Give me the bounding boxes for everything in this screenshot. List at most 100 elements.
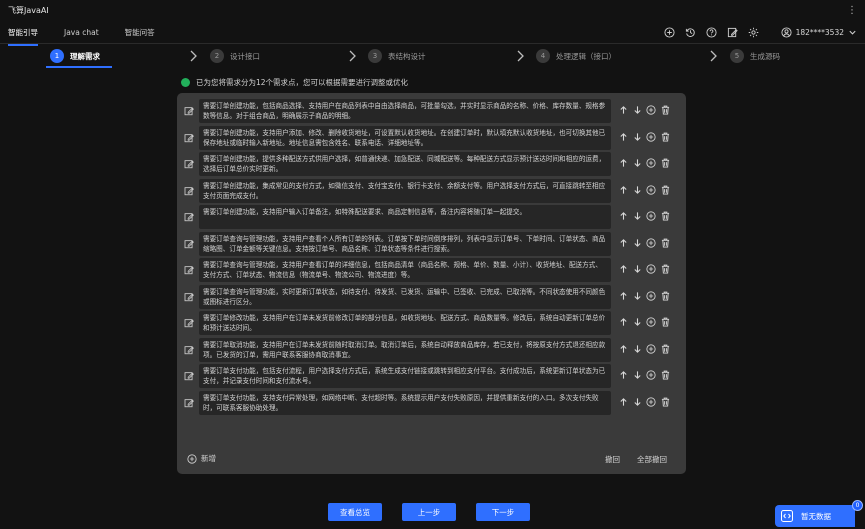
delete-icon[interactable] bbox=[660, 291, 670, 301]
requirement-text[interactable]: 需要订单取消功能，支持用户在订单未发货前随时取消订单。取消订单后，系统自动释放商… bbox=[199, 337, 611, 362]
step-label: 处理逻辑（接口） bbox=[556, 51, 616, 61]
move-up-icon[interactable] bbox=[618, 132, 628, 142]
requirement-text[interactable]: 需要订单创建功能，支持用户输入订单备注，如特殊配送要求、商品定制信息等，备注内容… bbox=[199, 205, 611, 229]
insert-after-icon[interactable] bbox=[646, 211, 656, 221]
previous-step-button[interactable]: 上一步 bbox=[402, 503, 456, 521]
move-up-icon[interactable] bbox=[618, 397, 628, 407]
edit-icon[interactable] bbox=[184, 106, 195, 117]
move-down-icon[interactable] bbox=[632, 344, 642, 354]
requirement-text[interactable]: 需要订单查询与管理功能，支持用户查看订单的详细信息，包括商品清单（商品名称、规格… bbox=[199, 258, 611, 282]
step-generate-source[interactable]: 5 生成源码 bbox=[730, 46, 780, 66]
move-down-icon[interactable] bbox=[632, 370, 642, 380]
insert-after-icon[interactable] bbox=[646, 343, 656, 354]
move-up-icon[interactable] bbox=[618, 291, 628, 301]
move-down-icon[interactable] bbox=[632, 317, 642, 327]
requirement-text[interactable]: 需要订单支付功能，包括支付流程，用户选择支付方式后，系统生成支付链接或跳转到相应… bbox=[199, 364, 611, 388]
move-down-icon[interactable] bbox=[632, 397, 642, 407]
insert-after-icon[interactable] bbox=[646, 370, 656, 380]
delete-icon[interactable] bbox=[660, 397, 670, 407]
edit-icon[interactable] bbox=[184, 186, 195, 197]
move-down-icon[interactable] bbox=[632, 185, 642, 195]
delete-icon[interactable] bbox=[660, 185, 670, 195]
step-design-interface[interactable]: 2 设计接口 bbox=[210, 46, 260, 66]
move-up-icon[interactable] bbox=[618, 238, 628, 248]
user-menu[interactable]: 182****3532 bbox=[781, 27, 857, 38]
tab-smart-qa[interactable]: 智能问答 bbox=[125, 22, 155, 43]
move-up-icon[interactable] bbox=[618, 105, 628, 115]
requirement-text[interactable]: 需要订单创建功能，集成常见的支付方式，如微信支付、支付宝支付、银行卡支付、余额支… bbox=[199, 178, 611, 203]
edit-icon[interactable] bbox=[184, 159, 195, 170]
requirement-text[interactable]: 需要订单创建功能，提供多种配送方式供用户选择，如普通快递、加急配送、同城配送等。… bbox=[199, 152, 611, 176]
delete-icon[interactable] bbox=[660, 317, 670, 327]
history-icon[interactable] bbox=[685, 27, 697, 39]
step-table-design[interactable]: 3 表结构设计 bbox=[368, 46, 426, 66]
step-process-logic[interactable]: 4 处理逻辑（接口） bbox=[536, 46, 616, 66]
delete-icon[interactable] bbox=[660, 264, 670, 274]
requirement-text[interactable]: 需要订单创建功能，包括商品选择、支持用户在商品列表中自由选择商品，可批量勾选，并… bbox=[199, 99, 611, 123]
edit-icon[interactable] bbox=[184, 292, 195, 303]
user-name: 182****3532 bbox=[795, 28, 844, 37]
delete-icon[interactable] bbox=[660, 158, 670, 168]
insert-after-icon[interactable] bbox=[646, 396, 656, 407]
move-down-icon[interactable] bbox=[632, 238, 642, 248]
settings-gear-icon[interactable] bbox=[748, 27, 760, 39]
edit-icon[interactable] bbox=[184, 345, 195, 356]
edit-icon[interactable] bbox=[184, 371, 195, 382]
move-up-icon[interactable] bbox=[618, 317, 628, 327]
requirement-text[interactable]: 需要订单支付功能，支持支付异常处理，如网络中断、支付超时等。系统提示用户支付失败… bbox=[199, 390, 611, 415]
add-requirement-button[interactable]: 新增 bbox=[187, 453, 216, 464]
insert-after-icon[interactable] bbox=[646, 184, 656, 195]
insert-after-icon[interactable] bbox=[646, 131, 656, 142]
tab-java-chat[interactable]: Java chat bbox=[64, 23, 99, 42]
floating-data-widget[interactable]: 暂无数据 bbox=[775, 505, 855, 527]
delete-icon[interactable] bbox=[660, 105, 670, 115]
move-down-icon[interactable] bbox=[632, 211, 642, 221]
edit-icon[interactable] bbox=[184, 133, 195, 144]
edit-icon[interactable] bbox=[184, 212, 195, 223]
insert-after-icon[interactable] bbox=[646, 264, 656, 274]
edit-icon[interactable] bbox=[184, 239, 195, 250]
move-up-icon[interactable] bbox=[618, 264, 628, 274]
step-number: 1 bbox=[50, 49, 64, 63]
more-options-icon[interactable]: ⋮ bbox=[847, 5, 857, 16]
move-up-icon[interactable] bbox=[618, 211, 628, 221]
requirement-text[interactable]: 需要订单查询与管理功能，实时更新订单状态，如待支付、待发货、已发货、运输中、已签… bbox=[199, 284, 611, 309]
add-circle-icon[interactable] bbox=[664, 27, 676, 39]
insert-after-icon[interactable] bbox=[646, 105, 656, 115]
move-up-icon[interactable] bbox=[618, 185, 628, 195]
move-down-icon[interactable] bbox=[632, 291, 642, 301]
requirement-item: 需要订单创建功能，支持用户输入订单备注，如特殊配送要求、商品定制信息等，备注内容… bbox=[181, 205, 681, 231]
step-understand-requirements[interactable]: 1 理解需求 bbox=[50, 46, 100, 66]
insert-after-icon[interactable] bbox=[646, 317, 656, 327]
edit-icon[interactable] bbox=[184, 398, 195, 409]
move-up-icon[interactable] bbox=[618, 344, 628, 354]
edit-note-icon[interactable] bbox=[727, 27, 739, 39]
insert-after-icon[interactable] bbox=[646, 158, 656, 168]
delete-icon[interactable] bbox=[660, 211, 670, 221]
move-down-icon[interactable] bbox=[632, 158, 642, 168]
delete-icon[interactable] bbox=[660, 238, 670, 248]
requirement-text[interactable]: 需要订单查询与管理功能，支持用户查看个人所有订单的列表。订单按下单时间倒序排列，… bbox=[199, 231, 611, 256]
requirement-item: 需要订单查询与管理功能，实时更新订单状态，如待支付、待发货、已发货、运输中、已签… bbox=[181, 284, 681, 311]
requirement-text[interactable]: 需要订单修改功能，支持用户在订单未发货前修改订单的部分信息，如收货地址、配送方式… bbox=[199, 311, 611, 335]
move-down-icon[interactable] bbox=[632, 132, 642, 142]
next-step-button[interactable]: 下一步 bbox=[476, 503, 530, 521]
requirement-text[interactable]: 需要订单创建功能，支持用户添加、修改、删除收货地址，可设置默认收货地址。在创建订… bbox=[199, 125, 611, 150]
delete-icon[interactable] bbox=[660, 132, 670, 142]
move-down-icon[interactable] bbox=[632, 105, 642, 115]
view-overview-button[interactable]: 查看总览 bbox=[328, 503, 382, 521]
tab-smart-guide[interactable]: 智能引导 bbox=[8, 22, 38, 46]
edit-icon[interactable] bbox=[184, 318, 195, 329]
undo-button[interactable]: 撤回 bbox=[605, 454, 620, 465]
move-up-icon[interactable] bbox=[618, 158, 628, 168]
edit-icon[interactable] bbox=[184, 265, 195, 276]
undo-all-button[interactable]: 全部撤回 bbox=[637, 454, 667, 465]
move-down-icon[interactable] bbox=[632, 264, 642, 274]
add-label: 新增 bbox=[201, 454, 216, 463]
delete-icon[interactable] bbox=[660, 370, 670, 380]
help-icon[interactable] bbox=[706, 27, 718, 39]
move-up-icon[interactable] bbox=[618, 370, 628, 380]
delete-icon[interactable] bbox=[660, 344, 670, 354]
insert-after-icon[interactable] bbox=[646, 237, 656, 248]
insert-after-icon[interactable] bbox=[646, 290, 656, 301]
